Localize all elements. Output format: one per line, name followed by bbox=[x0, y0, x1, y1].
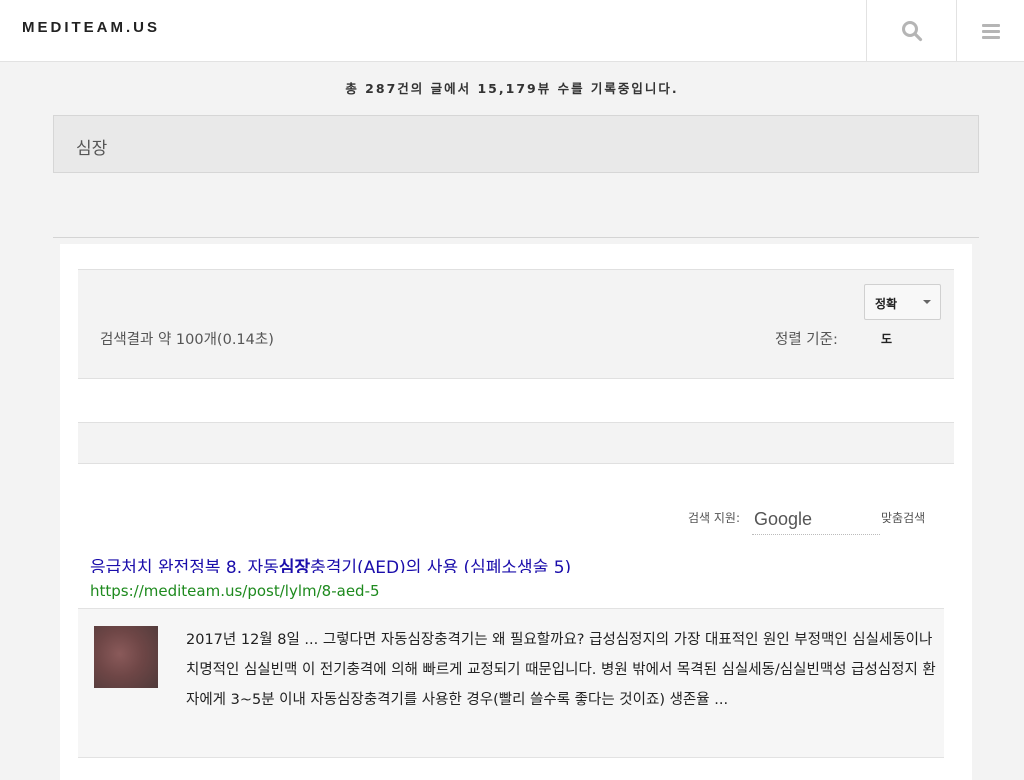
title-suffix: 충격기(AED)의 사용 (심폐소생술 5) bbox=[310, 558, 572, 573]
search-button[interactable] bbox=[866, 0, 956, 61]
menu-button[interactable] bbox=[956, 0, 1024, 61]
category-header: 심장 bbox=[53, 115, 979, 173]
powered-by-label: 검색 지원: bbox=[688, 511, 741, 525]
sort-selected-value: 정확 bbox=[875, 297, 898, 311]
search-results-panel: 검색결과 약 100개(0.14초) 정렬 기준: 정확 도 검색 지원: Go… bbox=[60, 244, 972, 780]
result-snippet: 2017년 12월 8일 ... 그렇다면 자동심장충격기는 왜 필요할까요? … bbox=[186, 632, 936, 708]
title-prefix: 응급처치 완전정복 8. 자동 bbox=[90, 558, 279, 573]
title-highlight: 심장 bbox=[278, 558, 311, 573]
result-thumbnail[interactable] bbox=[94, 626, 158, 688]
sort-label-overflow: 도 bbox=[881, 332, 893, 346]
result-title-text[interactable]: 응급처치 완전정복 8. 자동심장충격기(AED)의 사용 (심폐소생술 5) bbox=[90, 554, 730, 573]
result-url[interactable]: https://mediteam.us/post/lylm/8-aed-5 bbox=[90, 582, 380, 600]
site-stats: 총 287건의 글에서 15,179뷰 수를 기록중입니다. bbox=[345, 81, 679, 96]
site-logo[interactable]: MEDITEAM.US bbox=[22, 19, 160, 36]
google-logo: Google bbox=[752, 509, 880, 535]
chevron-down-icon bbox=[923, 300, 931, 304]
results-header: 검색결과 약 100개(0.14초) 정렬 기준: 정확 도 bbox=[78, 269, 954, 379]
result-snippet-box: 2017년 12월 8일 ... 그렇다면 자동심장충격기는 왜 필요할까요? … bbox=[78, 608, 944, 758]
divider bbox=[53, 237, 979, 238]
sort-label: 정렬 기준: bbox=[775, 332, 838, 348]
result-count: 검색결과 약 100개(0.14초) bbox=[100, 332, 274, 348]
search-icon bbox=[901, 20, 922, 41]
sort-dropdown[interactable]: 정확 bbox=[864, 284, 941, 320]
result-title-link[interactable]: 응급처치 완전정복 8. 자동심장충격기(AED)의 사용 (심폐소생술 5) bbox=[90, 552, 730, 573]
hamburger-menu-icon bbox=[981, 23, 1000, 39]
top-navigation-bar: MEDITEAM.US bbox=[0, 0, 1024, 62]
custom-search-label: 맞춤검색 bbox=[881, 511, 926, 525]
results-subbar bbox=[78, 422, 954, 464]
category-title: 심장 bbox=[76, 139, 108, 159]
